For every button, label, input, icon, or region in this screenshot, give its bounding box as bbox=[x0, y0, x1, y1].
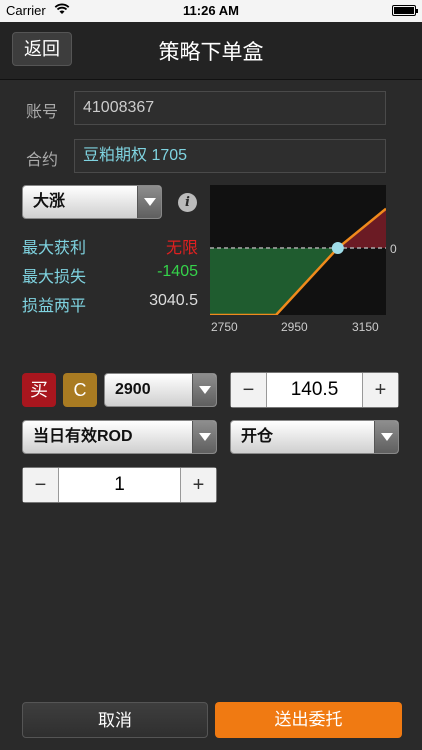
strike-select[interactable]: 2900 bbox=[104, 373, 217, 407]
validity-select-value: 当日有效ROD bbox=[33, 428, 133, 445]
account-label: 账号 bbox=[26, 104, 59, 121]
strike-select-value: 2900 bbox=[115, 381, 151, 398]
status-bar: Carrier 11:26 AM bbox=[0, 0, 422, 22]
strategy-select-value: 大涨 bbox=[33, 193, 66, 210]
x-tick-label: 2750 bbox=[211, 320, 238, 334]
call-type-button[interactable]: C bbox=[63, 373, 97, 407]
chevron-down-icon bbox=[192, 421, 216, 453]
chevron-down-icon bbox=[137, 186, 161, 218]
price-increment-button[interactable]: + bbox=[362, 373, 398, 407]
x-tick-label: 3150 bbox=[352, 320, 379, 334]
payoff-chart-svg bbox=[210, 207, 387, 317]
page-title: 策略下单盒 bbox=[158, 41, 264, 64]
buy-side-button[interactable]: 买 bbox=[22, 373, 56, 407]
validity-select[interactable]: 当日有效ROD bbox=[22, 420, 217, 454]
contract-field[interactable]: 豆粕期权 1705 bbox=[74, 139, 386, 173]
price-decrement-button[interactable]: − bbox=[231, 373, 267, 407]
max-loss-label: 最大损失 bbox=[22, 269, 87, 286]
breakeven-label: 损益两平 bbox=[22, 298, 87, 315]
quantity-input[interactable]: 1 bbox=[59, 468, 180, 502]
quantity-decrement-button[interactable]: − bbox=[23, 468, 59, 502]
cancel-button[interactable]: 取消 bbox=[22, 702, 208, 738]
y-tick-zero: 0 bbox=[390, 242, 397, 256]
max-loss-value: -1405 bbox=[157, 263, 198, 280]
open-close-select[interactable]: 开仓 bbox=[230, 420, 399, 454]
account-field[interactable]: 41008367 bbox=[74, 91, 386, 125]
payoff-chart bbox=[210, 185, 387, 317]
clock: 11:26 AM bbox=[183, 3, 239, 18]
max-profit-label: 最大获利 bbox=[22, 240, 87, 257]
price-stepper[interactable]: − 140.5 + bbox=[230, 372, 399, 408]
x-tick-label: 2950 bbox=[281, 320, 308, 334]
open-close-select-value: 开仓 bbox=[241, 428, 274, 445]
contract-label: 合约 bbox=[26, 152, 59, 169]
max-profit-value: 无限 bbox=[165, 240, 198, 257]
submit-order-button[interactable]: 送出委托 bbox=[215, 702, 402, 738]
quantity-increment-button[interactable]: + bbox=[180, 468, 216, 502]
quantity-stepper[interactable]: − 1 + bbox=[22, 467, 217, 503]
battery-icon bbox=[392, 5, 418, 16]
chevron-down-icon bbox=[374, 421, 398, 453]
chevron-down-icon bbox=[192, 374, 216, 406]
price-input[interactable]: 140.5 bbox=[267, 373, 362, 407]
breakeven-value: 3040.5 bbox=[149, 292, 198, 309]
navigation-bar: 返回 策略下单盒 bbox=[0, 22, 422, 80]
info-icon[interactable]: i bbox=[178, 193, 197, 212]
strategy-select[interactable]: 大涨 bbox=[22, 185, 162, 219]
breakeven-marker bbox=[331, 242, 344, 254]
loss-area bbox=[210, 248, 338, 315]
